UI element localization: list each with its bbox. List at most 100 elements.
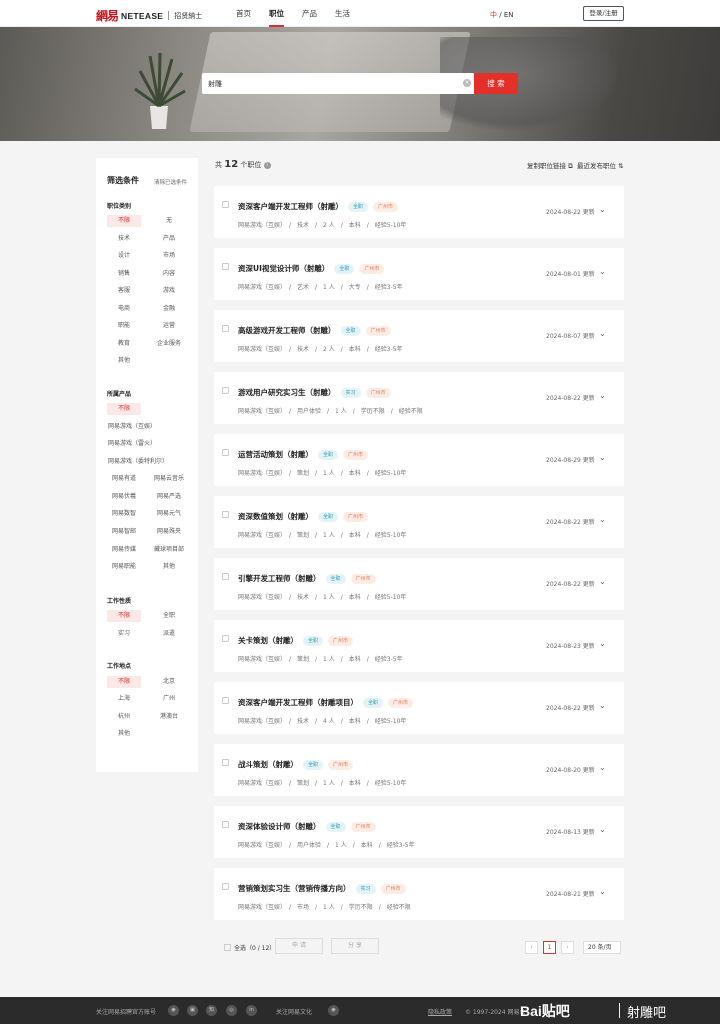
- job-checkbox[interactable]: [222, 325, 229, 332]
- chevron-down-icon[interactable]: ⌄: [599, 515, 606, 524]
- filter-option[interactable]: 网易职能: [107, 561, 141, 573]
- page-1-button[interactable]: 1: [543, 941, 556, 954]
- search-input[interactable]: 射雕 ×: [202, 73, 474, 94]
- next-page-button[interactable]: ›: [561, 941, 574, 954]
- chevron-down-icon[interactable]: ⌄: [599, 825, 606, 834]
- filter-option[interactable]: 教育: [107, 338, 141, 350]
- job-checkbox[interactable]: [222, 821, 229, 828]
- filter-option[interactable]: 杭州: [107, 711, 141, 723]
- culture-wechat-icon[interactable]: ◉: [328, 1005, 339, 1016]
- filter-option[interactable]: 北京: [152, 676, 186, 688]
- job-card[interactable]: 运营活动策划（射雕） 全职 广州市 网易游戏（互娱） / 策划 / 1 人 / 本科…: [214, 434, 624, 486]
- privacy-link[interactable]: 隐私政策: [428, 1007, 452, 1016]
- chevron-down-icon[interactable]: ⌄: [599, 763, 606, 772]
- job-title[interactable]: 资深体验设计师（射雕）: [238, 821, 321, 832]
- job-checkbox[interactable]: [222, 573, 229, 580]
- filter-option[interactable]: 产品: [152, 233, 186, 245]
- filter-option[interactable]: 客服: [107, 285, 141, 297]
- filter-option[interactable]: 上海: [107, 693, 141, 705]
- nav-life[interactable]: 生活: [335, 0, 350, 27]
- filter-option[interactable]: 港澳台: [152, 711, 186, 723]
- filter-option[interactable]: 网易伏羲: [107, 491, 141, 503]
- job-title[interactable]: 资深客户端开发工程师（射雕）: [238, 201, 343, 212]
- job-card[interactable]: 游戏用户研究实习生（射雕） 实习 广州市 网易游戏（互娱） / 用户体验 / 1 人…: [214, 372, 624, 424]
- chevron-down-icon[interactable]: ⌄: [599, 701, 606, 710]
- copy-job-link[interactable]: 复制职位链接 ⧉: [527, 160, 573, 171]
- job-title[interactable]: 资深UI视觉设计师（射雕）: [238, 263, 329, 274]
- job-card[interactable]: 营销策划实习生（营销传播方向） 实习 广州市 网易游戏（互娱） / 市场 / 1 人…: [214, 868, 624, 920]
- bilibili-icon[interactable]: ▣: [187, 1005, 198, 1016]
- job-checkbox[interactable]: [222, 635, 229, 642]
- clear-filters-link[interactable]: 清除已选条件: [154, 178, 187, 186]
- sort-latest[interactable]: 最近发布职位 ⇅: [577, 160, 624, 170]
- filter-option[interactable]: 网易游戏（雷火）: [108, 438, 156, 450]
- filter-option[interactable]: 市场: [152, 250, 186, 262]
- filter-option[interactable]: 不限: [107, 403, 141, 415]
- apply-button[interactable]: 申 请: [275, 938, 323, 954]
- lang-en[interactable]: EN: [504, 11, 514, 19]
- job-title[interactable]: 营销策划实习生（营销传播方向）: [238, 883, 351, 894]
- info-icon[interactable]: i: [263, 162, 271, 169]
- chevron-down-icon[interactable]: ⌄: [599, 267, 606, 276]
- job-checkbox[interactable]: [222, 511, 229, 518]
- filter-option[interactable]: 实习: [107, 628, 141, 640]
- job-checkbox[interactable]: [222, 759, 229, 766]
- filter-option[interactable]: 不限: [107, 610, 141, 622]
- chevron-down-icon[interactable]: ⌄: [599, 205, 606, 214]
- job-card[interactable]: 资深UI视觉设计师（射雕） 全职 广州市 网易游戏（互娱） / 艺术 / 1 人 /…: [214, 248, 624, 300]
- job-title[interactable]: 游戏用户研究实习生（射雕）: [238, 387, 336, 398]
- zhihu-icon[interactable]: 知: [206, 1005, 217, 1016]
- filter-option[interactable]: 销售: [107, 268, 141, 280]
- filter-option[interactable]: 电商: [107, 303, 141, 315]
- filter-option[interactable]: 内容: [152, 268, 186, 280]
- weibo-icon[interactable]: ◎: [226, 1005, 237, 1016]
- filter-option[interactable]: 其他: [107, 728, 141, 740]
- job-card[interactable]: 资深体验设计师（射雕） 全职 广州市 网易游戏（互娱） / 用户体验 / 1 人 /…: [214, 806, 624, 858]
- job-checkbox[interactable]: [222, 697, 229, 704]
- filter-option[interactable]: 不限: [107, 676, 141, 688]
- lang-zh[interactable]: 中: [490, 11, 497, 19]
- filter-option[interactable]: 技术: [107, 233, 141, 245]
- job-checkbox[interactable]: [222, 387, 229, 394]
- filter-option[interactable]: 网易数智: [107, 508, 141, 520]
- filter-option[interactable]: 网易游戏（委特利尔）: [108, 456, 168, 468]
- chevron-down-icon[interactable]: ⌄: [599, 887, 606, 896]
- job-card[interactable]: 资深数值策划（射雕） 全职 广州市 网易游戏（互娱） / 策划 / 1 人 / 本科…: [214, 496, 624, 548]
- filter-option[interactable]: 全职: [152, 610, 186, 622]
- filter-option[interactable]: 网易智邮: [107, 526, 141, 538]
- job-title[interactable]: 引擎开发工程师（射雕）: [238, 573, 321, 584]
- filter-option[interactable]: 无: [152, 215, 186, 227]
- filter-option[interactable]: 网易有道: [107, 473, 141, 485]
- page-size-select[interactable]: 20 条/页: [583, 941, 621, 954]
- nav-products[interactable]: 产品: [302, 0, 317, 27]
- filter-option[interactable]: 其他: [152, 561, 186, 573]
- nav-jobs[interactable]: 职位: [269, 0, 284, 27]
- filter-option[interactable]: 不限: [107, 215, 141, 227]
- filter-option[interactable]: 网易殊央: [152, 526, 186, 538]
- filter-option[interactable]: 运营: [152, 320, 186, 332]
- chevron-down-icon[interactable]: ⌄: [599, 577, 606, 586]
- filter-option[interactable]: 企业服务: [152, 338, 186, 350]
- job-title[interactable]: 战斗策划（射雕）: [238, 759, 298, 770]
- chevron-down-icon[interactable]: ⌄: [599, 329, 606, 338]
- prev-page-button[interactable]: ‹: [525, 941, 538, 954]
- select-all-checkbox[interactable]: 全选（0 / 12）: [224, 943, 275, 952]
- filter-option[interactable]: 游戏: [152, 285, 186, 297]
- filter-option[interactable]: 职能: [107, 320, 141, 332]
- chevron-down-icon[interactable]: ⌄: [599, 391, 606, 400]
- job-card[interactable]: 资深客户端开发工程师（射雕项目） 全职 广州市 网易游戏（互娱） / 技术 / 4 …: [214, 682, 624, 734]
- job-card[interactable]: 关卡策划（射雕） 全职 广州市 网易游戏（互娱） / 策划 / 1 人 / 本科 /…: [214, 620, 624, 672]
- nav-home[interactable]: 首页: [236, 0, 251, 27]
- job-checkbox[interactable]: [222, 883, 229, 890]
- search-button[interactable]: 搜 索: [474, 73, 518, 94]
- job-card[interactable]: 引擎开发工程师（射雕） 全职 广州市 网易游戏（互娱） / 技术 / 1 人 / 本…: [214, 558, 624, 610]
- filter-option[interactable]: 网易云音乐: [152, 473, 186, 485]
- job-title[interactable]: 关卡策划（射雕）: [238, 635, 298, 646]
- filter-option[interactable]: 其他: [107, 355, 141, 367]
- wechat-icon[interactable]: ◉: [168, 1005, 179, 1016]
- job-card[interactable]: 资深客户端开发工程师（射雕） 全职 广州市 网易游戏（互娱） / 技术 / 2 人 …: [214, 186, 624, 238]
- job-title[interactable]: 高级游戏开发工程师（射雕）: [238, 325, 336, 336]
- share-button[interactable]: 分 享: [331, 938, 379, 954]
- job-title[interactable]: 运营活动策划（射雕）: [238, 449, 313, 460]
- clear-icon[interactable]: ×: [463, 79, 471, 87]
